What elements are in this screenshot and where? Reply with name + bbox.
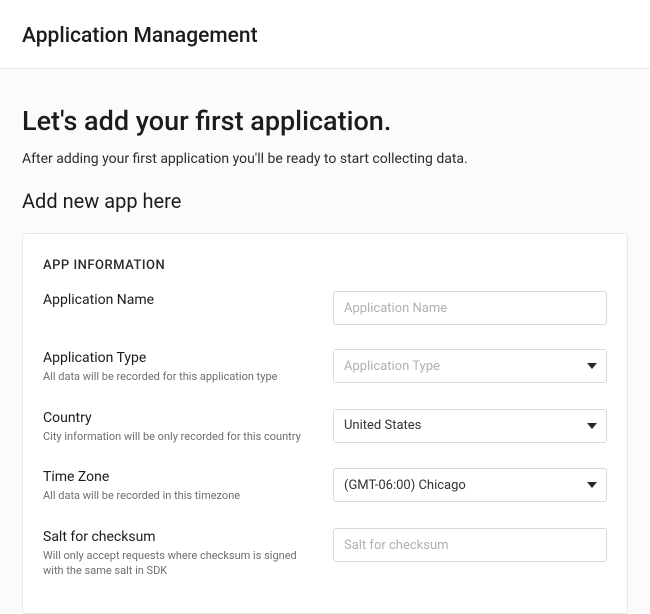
- application-type-hint: All data will be recorded for this appli…: [43, 370, 317, 385]
- row-application-type: Application Type All data will be record…: [43, 349, 607, 385]
- application-name-input[interactable]: [333, 291, 607, 325]
- application-type-value: Application Type: [333, 349, 607, 383]
- label-col: Salt for checksum Will only accept reque…: [43, 528, 317, 579]
- row-country: Country City information will be only re…: [43, 409, 607, 445]
- salt-hint: Will only accept requests where checksum…: [43, 549, 317, 579]
- salt-label: Salt for checksum: [43, 528, 317, 547]
- app-info-card: APP INFORMATION Application Name Applica…: [22, 233, 628, 614]
- country-value: United States: [333, 409, 607, 443]
- row-salt: Salt for checksum Will only accept reque…: [43, 528, 607, 579]
- control-col: [333, 291, 607, 325]
- hero-title: Let's add your first application.: [22, 105, 628, 137]
- timezone-value: (GMT-06:00) Chicago: [333, 468, 607, 502]
- row-timezone: Time Zone All data will be recorded in t…: [43, 468, 607, 504]
- page-header: Application Management: [0, 0, 650, 69]
- timezone-select[interactable]: (GMT-06:00) Chicago: [333, 468, 607, 502]
- label-col: Time Zone All data will be recorded in t…: [43, 468, 317, 504]
- control-col: [333, 528, 607, 562]
- application-type-label: Application Type: [43, 349, 317, 368]
- timezone-hint: All data will be recorded in this timezo…: [43, 489, 317, 504]
- label-col: Application Type All data will be record…: [43, 349, 317, 385]
- country-select[interactable]: United States: [333, 409, 607, 443]
- control-col: (GMT-06:00) Chicago: [333, 468, 607, 502]
- label-col: Country City information will be only re…: [43, 409, 317, 445]
- control-col: Application Type: [333, 349, 607, 383]
- hero-subtitle: After adding your first application you'…: [22, 151, 628, 167]
- application-type-select[interactable]: Application Type: [333, 349, 607, 383]
- salt-input[interactable]: [333, 528, 607, 562]
- label-col: Application Name: [43, 291, 317, 310]
- row-application-name: Application Name: [43, 291, 607, 325]
- section-title: Add new app here: [22, 189, 628, 213]
- control-col: United States: [333, 409, 607, 443]
- application-name-label: Application Name: [43, 291, 317, 310]
- timezone-label: Time Zone: [43, 468, 317, 487]
- country-label: Country: [43, 409, 317, 428]
- content-area: Let's add your first application. After …: [0, 69, 650, 614]
- card-heading: APP INFORMATION: [43, 258, 607, 273]
- country-hint: City information will be only recorded f…: [43, 430, 317, 445]
- page-title: Application Management: [22, 24, 628, 48]
